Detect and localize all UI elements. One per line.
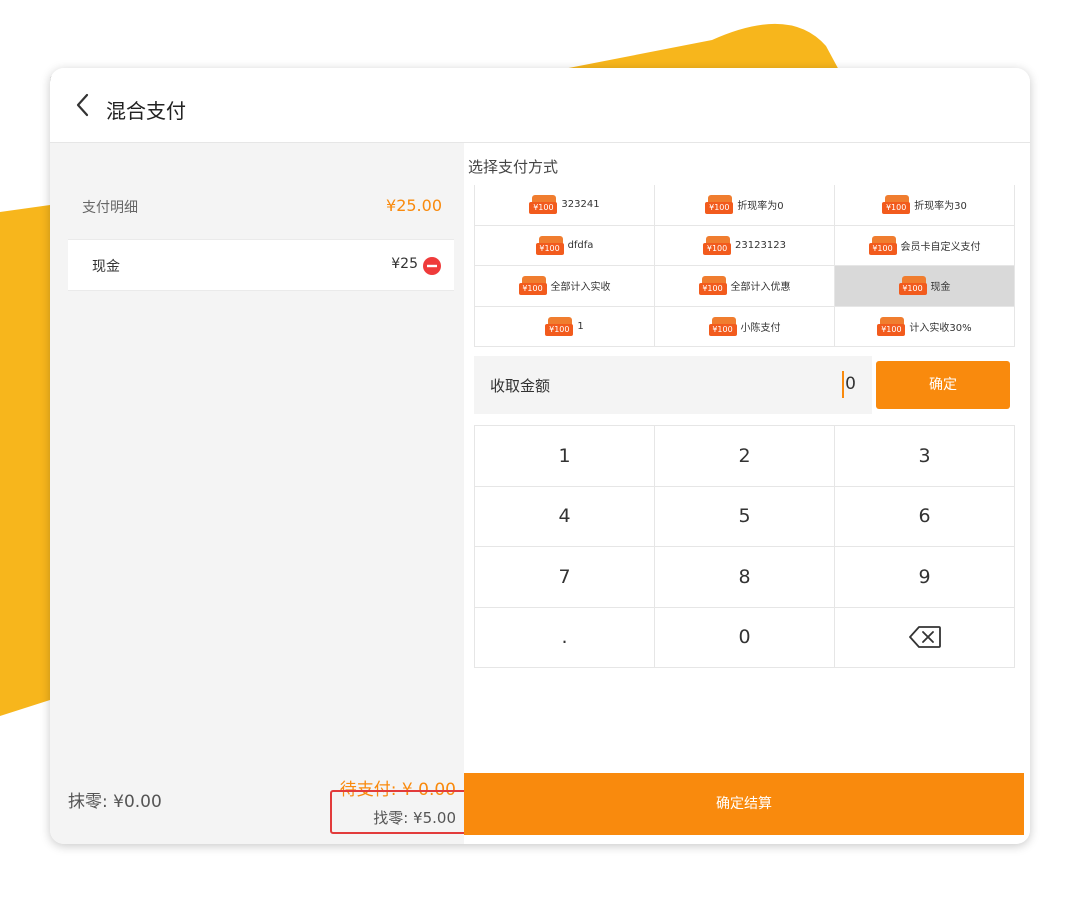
text-cursor bbox=[842, 371, 844, 398]
header-bar: 混合支付 bbox=[50, 68, 1030, 143]
payment-method-option[interactable]: ¥100 23123123 bbox=[655, 225, 835, 266]
payment-method-name: 现金 bbox=[92, 259, 120, 275]
payment-method-option[interactable]: ¥100 1 bbox=[475, 306, 655, 347]
keypad-key-2[interactable]: 2 bbox=[655, 426, 835, 487]
keypad-key-9[interactable]: 9 bbox=[835, 547, 1015, 608]
payment-card-icon: ¥100 bbox=[705, 195, 734, 215]
payment-method-option[interactable]: ¥100 折现率为0 bbox=[655, 185, 835, 226]
amount-input-row[interactable]: 收取金额 0 bbox=[474, 356, 872, 414]
payment-method-option[interactable]: ¥100 全部计入实收 bbox=[475, 266, 655, 307]
payment-method-option[interactable]: ¥100 小陈支付 bbox=[655, 306, 835, 347]
payment-card-icon: ¥100 bbox=[898, 276, 927, 296]
payment-detail-label: 支付明细 bbox=[82, 200, 138, 216]
number-keypad: 123 456 789.0 bbox=[474, 425, 1015, 668]
page-title: 混合支付 bbox=[106, 99, 186, 123]
keypad-key-dot[interactable]: . bbox=[475, 607, 655, 668]
payment-method-label: 23123123 bbox=[735, 239, 786, 251]
payment-method-option[interactable]: ¥100 计入实收30% bbox=[835, 306, 1015, 347]
backspace-icon bbox=[908, 626, 941, 649]
payment-method-label: 会员卡自定义支付 bbox=[900, 241, 981, 253]
payment-method-panel: 选择支付方式 ¥100 323241 ¥100 折现率为0 ¥100 折现率为30 ¥100… bbox=[464, 143, 1030, 844]
amount-input-label: 收取金额 bbox=[490, 377, 551, 395]
payment-method-option[interactable]: ¥100 会员卡自定义支付 bbox=[835, 225, 1015, 266]
payment-method-option[interactable]: ¥100 现金 bbox=[835, 266, 1015, 307]
change-highlight-box bbox=[330, 790, 470, 834]
payment-card-icon: ¥100 bbox=[535, 235, 564, 255]
payment-method-option[interactable]: ¥100 323241 bbox=[475, 185, 655, 226]
payment-method-option[interactable]: ¥100 折现率为30 bbox=[835, 185, 1015, 226]
keypad-key-6[interactable]: 6 bbox=[835, 486, 1015, 547]
payment-method-label: 323241 bbox=[561, 199, 600, 211]
back-arrow-icon[interactable] bbox=[72, 92, 94, 118]
tablet-screen: 混合支付 支付明细 ¥25.00 现金 ¥25 抹零: ¥0.00 待支付: ¥… bbox=[50, 68, 1030, 844]
keypad-key-1[interactable]: 1 bbox=[475, 426, 655, 487]
keypad-key-7[interactable]: 7 bbox=[475, 547, 655, 608]
payment-method-label: 现金 bbox=[930, 282, 951, 294]
payment-method-label: 全部计入实收 bbox=[550, 282, 611, 294]
payment-row-cash: 现金 ¥25 bbox=[68, 239, 454, 291]
keypad-key-3[interactable]: 3 bbox=[835, 426, 1015, 487]
confirm-button[interactable]: 确定 bbox=[876, 361, 1010, 409]
keypad-backspace[interactable] bbox=[835, 607, 1015, 668]
payment-method-label: 1 bbox=[577, 320, 584, 332]
payment-method-option[interactable]: ¥100 dfdfa bbox=[475, 225, 655, 266]
payment-method-label: 折现率为0 bbox=[737, 201, 784, 213]
select-method-label: 选择支付方式 bbox=[468, 158, 559, 176]
payment-card-icon: ¥100 bbox=[708, 316, 737, 336]
payment-card-icon: ¥100 bbox=[529, 195, 558, 215]
keypad-key-0[interactable]: 0 bbox=[655, 607, 835, 668]
payment-method-grid: ¥100 323241 ¥100 折现率为0 ¥100 折现率为30 ¥100 dfdfa ¥1… bbox=[474, 185, 1015, 347]
payment-total: ¥25.00 bbox=[386, 196, 442, 215]
payment-card-icon: ¥100 bbox=[703, 235, 732, 255]
payment-method-label: 计入实收30% bbox=[909, 322, 972, 334]
payment-method-label: dfdfa bbox=[567, 239, 594, 251]
amount-input-value[interactable]: 0 bbox=[845, 374, 856, 394]
rounding-off-label: 抹零: ¥0.00 bbox=[68, 792, 162, 812]
payment-amount: ¥25 bbox=[391, 256, 418, 272]
payment-card-icon: ¥100 bbox=[698, 276, 727, 296]
payment-card-icon: ¥100 bbox=[882, 195, 911, 215]
payment-method-label: 全部计入优惠 bbox=[730, 282, 791, 294]
payment-method-label: 折现率为30 bbox=[914, 201, 967, 213]
payment-detail-panel: 支付明细 ¥25.00 现金 ¥25 抹零: ¥0.00 待支付: ¥ 0.00… bbox=[50, 143, 464, 844]
keypad-key-8[interactable]: 8 bbox=[655, 547, 835, 608]
remove-payment-icon[interactable] bbox=[422, 256, 442, 276]
payment-card-icon: ¥100 bbox=[545, 316, 574, 336]
payment-card-icon: ¥100 bbox=[868, 235, 897, 255]
keypad-key-4[interactable]: 4 bbox=[475, 486, 655, 547]
settle-button[interactable]: 确定结算 bbox=[464, 773, 1024, 835]
payment-card-icon: ¥100 bbox=[518, 276, 547, 296]
payment-method-option[interactable]: ¥100 全部计入优惠 bbox=[655, 266, 835, 307]
payment-card-icon: ¥100 bbox=[877, 316, 906, 336]
payment-method-label: 小陈支付 bbox=[740, 322, 781, 334]
keypad-key-5[interactable]: 5 bbox=[655, 486, 835, 547]
